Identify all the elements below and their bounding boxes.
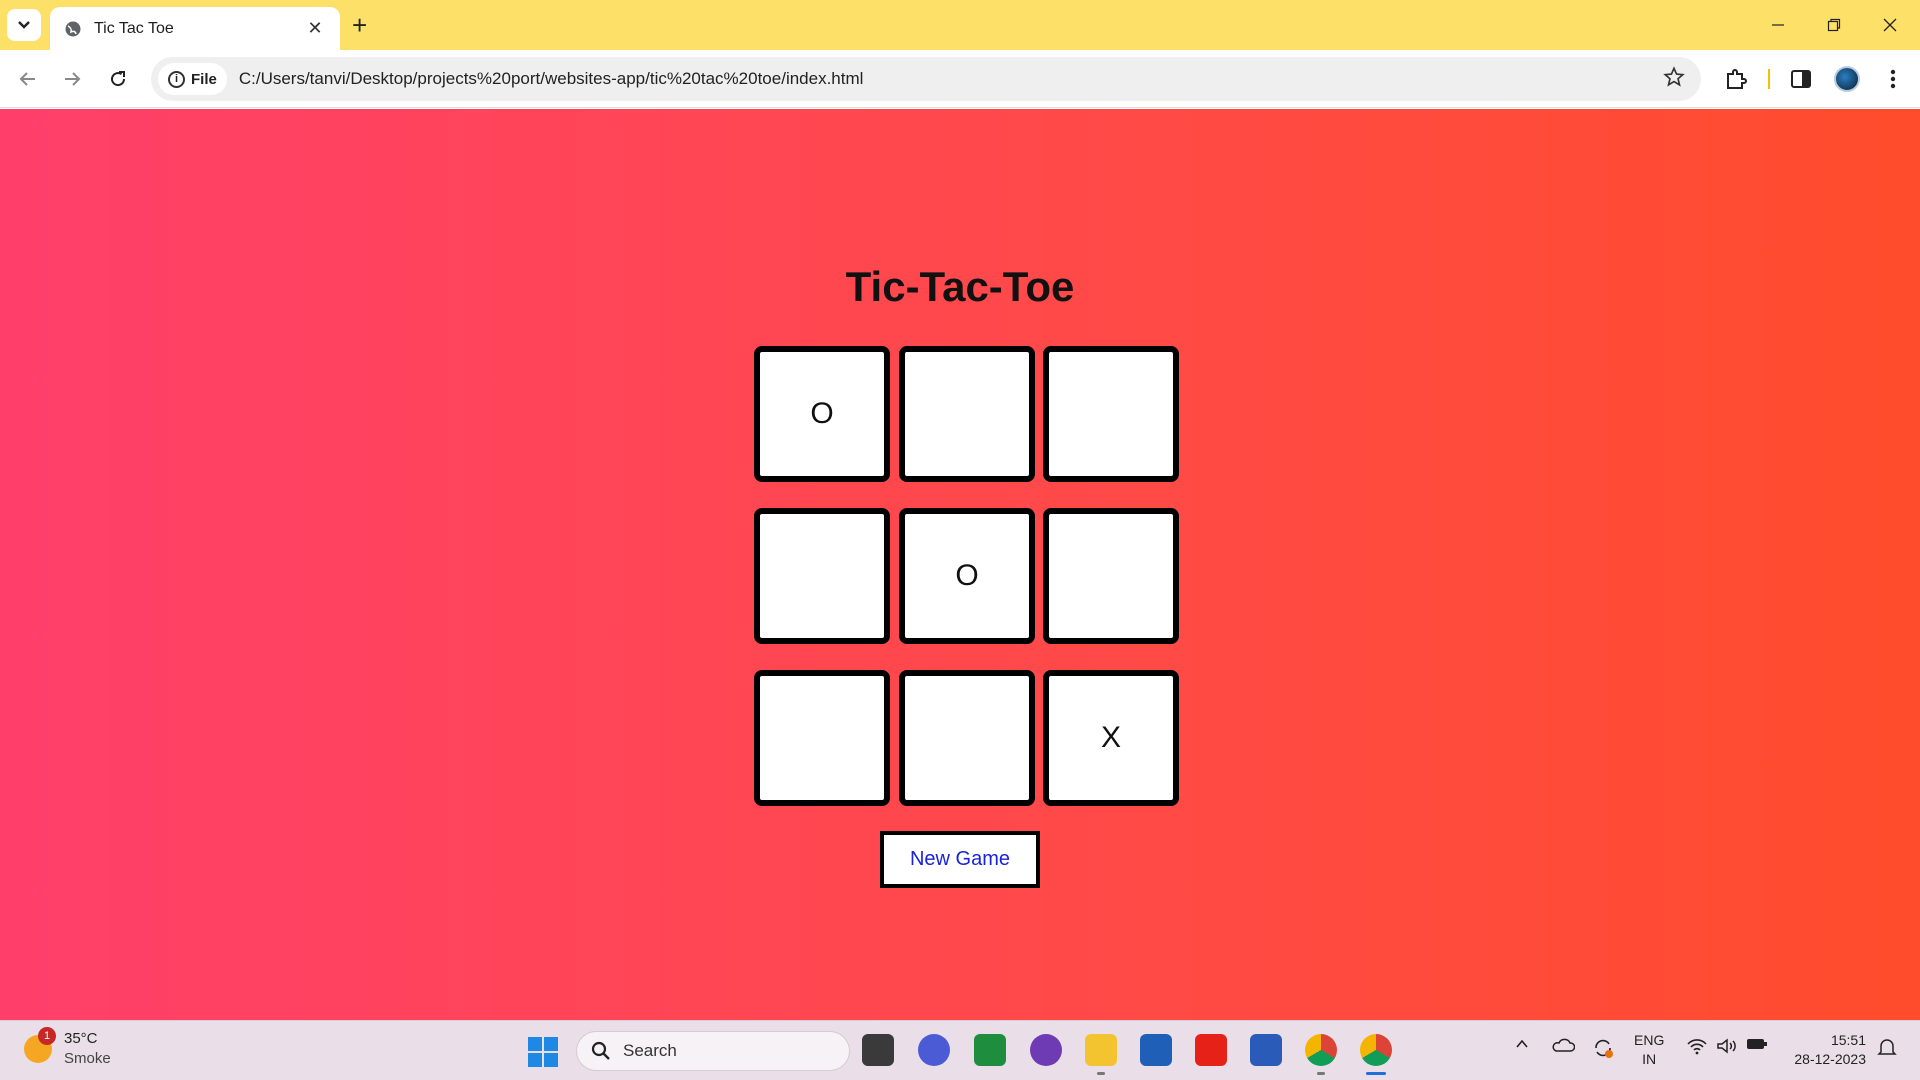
system-clock[interactable]: 15:51 28-12-2023 <box>1786 1031 1866 1069</box>
restore-window-button[interactable] <box>1814 10 1854 40</box>
chevron-down-icon <box>18 21 30 29</box>
forward-button[interactable] <box>57 64 87 94</box>
close-tab-icon[interactable]: ✕ <box>304 18 326 39</box>
site-info-chip[interactable]: i File <box>158 63 227 95</box>
show-hidden-icons-button[interactable] <box>1512 1037 1532 1051</box>
tab-title: Tic Tac Toe <box>94 19 174 37</box>
clock-date: 28-12-2023 <box>1794 1051 1866 1067</box>
weather-icon: 1 <box>24 1027 56 1063</box>
game-board: O O X <box>754 346 1180 808</box>
windows-logo-icon <box>528 1037 542 1051</box>
bookmark-star-icon[interactable] <box>1663 65 1685 93</box>
board-cell[interactable] <box>899 670 1035 806</box>
browser-tabstrip: Tic Tac Toe ✕ + <box>0 0 1920 50</box>
board-cell[interactable]: X <box>1043 670 1179 806</box>
taskbar: 1 35°C Smoke Search ENG IN 15:51 28-12-2… <box>0 1020 1920 1080</box>
board-cell[interactable]: O <box>899 508 1035 644</box>
browser-toolbar: i File C:/Users/tanvi/Desktop/projects%2… <box>0 50 1920 108</box>
avatar <box>1834 66 1860 92</box>
chevron-up-icon <box>1516 1039 1528 1048</box>
microsoft-store-icon[interactable] <box>1140 1034 1172 1066</box>
minimize-window-button[interactable] <box>1758 10 1798 40</box>
weather-description: Smoke <box>64 1050 111 1067</box>
minimize-icon <box>1772 24 1784 26</box>
close-window-button[interactable] <box>1870 10 1910 40</box>
tab-search-button[interactable] <box>7 9 41 41</box>
board-cell[interactable]: O <box>754 346 890 482</box>
input-language[interactable]: ENG IN <box>1634 1031 1664 1069</box>
board-cell[interactable] <box>1043 508 1179 644</box>
teams-chat-icon[interactable] <box>918 1034 950 1066</box>
wifi-icon[interactable] <box>1684 1037 1710 1055</box>
start-button[interactable] <box>528 1037 558 1067</box>
site-info-label: File <box>191 70 217 88</box>
extensions-button[interactable] <box>1721 64 1751 94</box>
arrow-left-icon <box>19 72 35 86</box>
arrow-right-icon <box>65 72 81 86</box>
weather-widget[interactable]: 1 35°C Smoke <box>24 1027 111 1069</box>
notification-badge: 1 <box>38 1027 56 1045</box>
language-code: ENG <box>1634 1032 1665 1048</box>
battery-icon[interactable] <box>1744 1037 1770 1051</box>
game-title: Tic-Tac-Toe <box>845 263 1075 310</box>
github-icon[interactable] <box>1030 1034 1062 1066</box>
google-classroom-icon[interactable] <box>974 1034 1006 1066</box>
board-cell[interactable] <box>899 346 1035 482</box>
browser-menu-button[interactable] <box>1878 64 1908 94</box>
board-cell[interactable] <box>754 508 890 644</box>
sync-icon[interactable] <box>1590 1037 1616 1059</box>
youtube-icon[interactable] <box>1195 1034 1227 1066</box>
back-button[interactable] <box>13 64 43 94</box>
side-panel-button[interactable] <box>1786 64 1816 94</box>
page-content: Tic-Tac-Toe O O X New Game <box>0 109 1920 1020</box>
word-icon[interactable] <box>1250 1034 1282 1066</box>
clock-time: 15:51 <box>1830 1032 1866 1048</box>
new-tab-button[interactable]: + <box>352 12 367 38</box>
globe-icon <box>64 20 82 38</box>
profile-button[interactable] <box>1832 64 1862 94</box>
side-panel-icon <box>1791 70 1811 88</box>
task-view-icon[interactable] <box>862 1034 894 1066</box>
chrome-icon[interactable] <box>1305 1034 1337 1075</box>
address-bar[interactable]: i File C:/Users/tanvi/Desktop/projects%2… <box>151 57 1701 101</box>
url-text[interactable]: C:/Users/tanvi/Desktop/projects%20port/w… <box>239 69 1663 89</box>
taskbar-search[interactable]: Search <box>576 1031 850 1071</box>
new-game-button[interactable]: New Game <box>880 831 1040 888</box>
puzzle-icon <box>1727 69 1747 89</box>
board-cell[interactable] <box>1043 346 1179 482</box>
close-icon <box>1883 18 1897 32</box>
file-explorer-icon[interactable] <box>1085 1034 1117 1075</box>
info-icon: i <box>168 70 185 88</box>
region-code: IN <box>1642 1051 1657 1067</box>
search-placeholder: Search <box>623 1041 677 1060</box>
search-icon <box>591 1041 610 1060</box>
more-vertical-icon <box>1890 69 1896 89</box>
board-cell[interactable] <box>754 670 890 806</box>
weather-temperature: 35°C <box>64 1030 98 1047</box>
toolbar-divider <box>1768 69 1770 89</box>
reload-button[interactable] <box>103 64 133 94</box>
onedrive-icon[interactable] <box>1550 1037 1576 1053</box>
restore-icon <box>1827 18 1841 32</box>
browser-tab[interactable]: Tic Tac Toe ✕ <box>50 7 340 50</box>
chrome-profile-icon[interactable] <box>1360 1034 1392 1075</box>
notifications-icon[interactable] <box>1874 1037 1900 1057</box>
volume-icon[interactable] <box>1714 1037 1740 1055</box>
reload-icon <box>111 71 126 87</box>
